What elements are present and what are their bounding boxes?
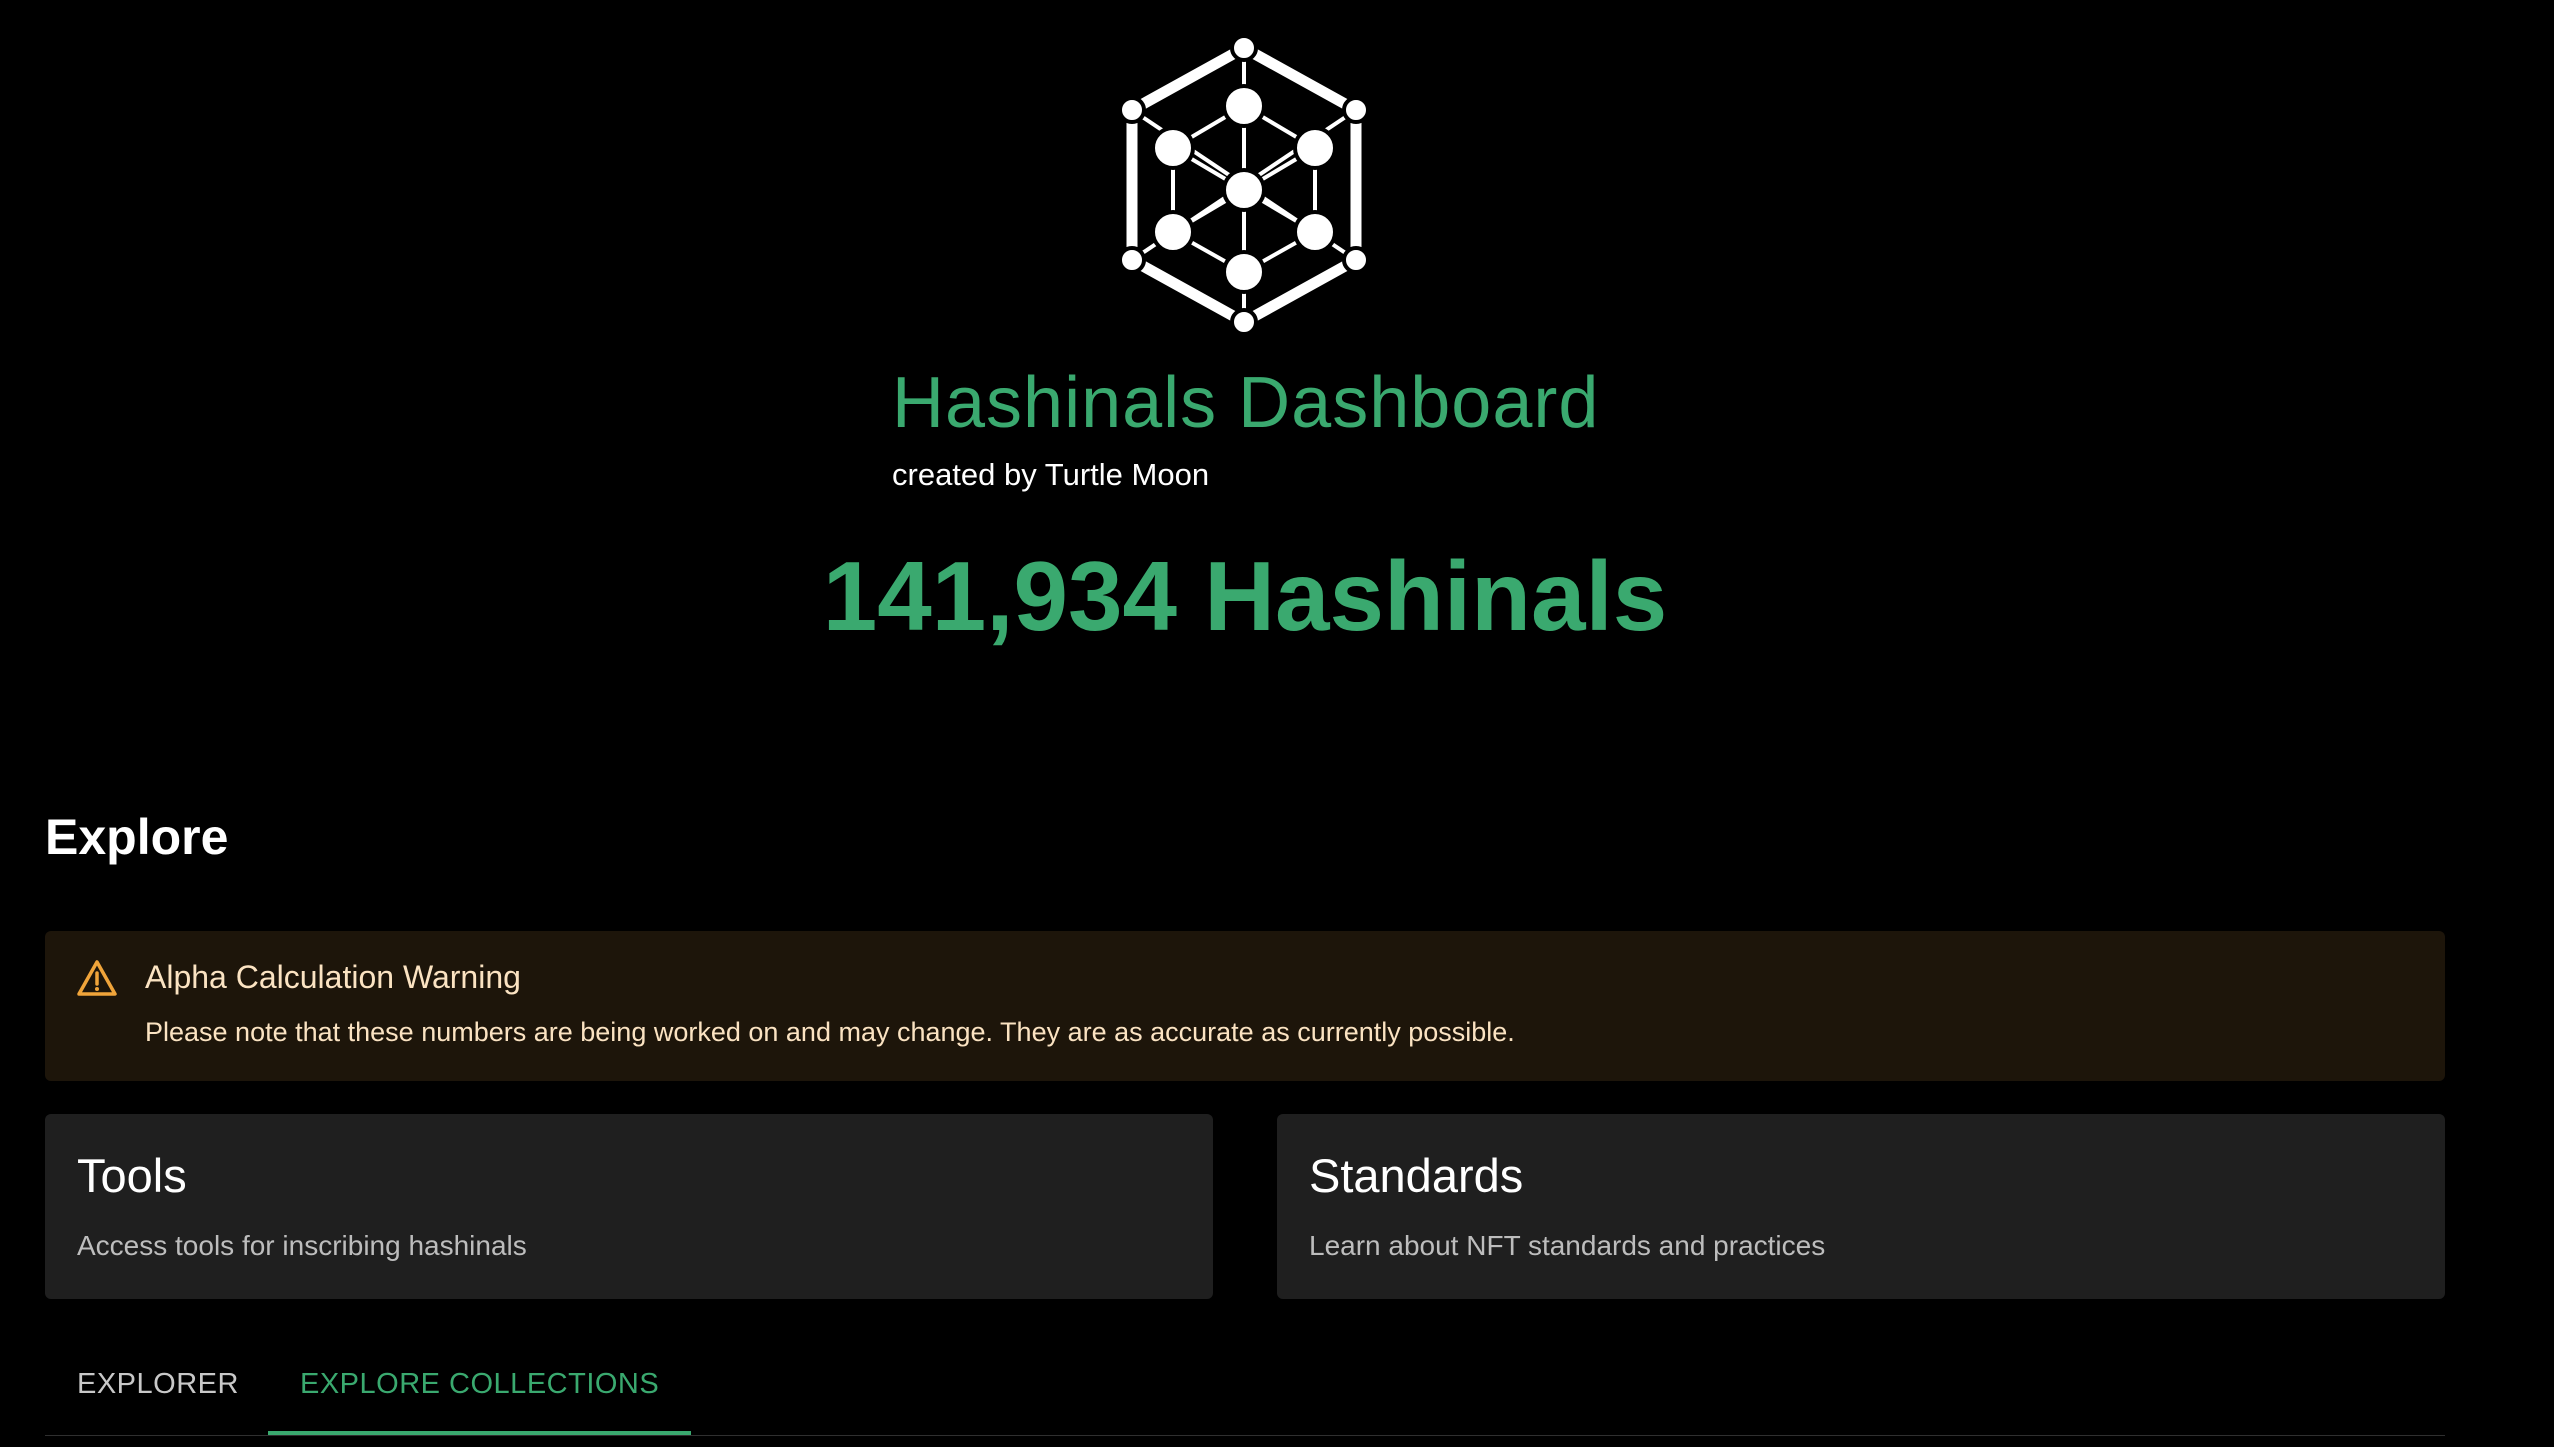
hashinals-count: 141,934 Hashinals bbox=[822, 541, 1668, 651]
tools-card-description: Access tools for inscribing hashinals bbox=[77, 1230, 527, 1261]
tab-explore-collections[interactable]: EXPLORE COLLECTIONS bbox=[268, 1335, 692, 1435]
page: Hashinals Dashboard created by Turtle Mo… bbox=[0, 0, 2554, 1447]
tools-card-title: Tools bbox=[77, 1149, 187, 1202]
standards-card[interactable]: Standards Learn about NFT standards and … bbox=[1277, 1114, 2445, 1299]
warning-alert: Alpha Calculation Warning Please note th… bbox=[45, 931, 2445, 1081]
tools-card[interactable]: Tools Access tools for inscribing hashin… bbox=[45, 1114, 1213, 1299]
explore-heading: Explore bbox=[45, 809, 229, 865]
hexagon-network-logo-icon bbox=[1118, 38, 1370, 334]
warning-triangle-icon bbox=[77, 960, 117, 996]
alert-title: Alpha Calculation Warning bbox=[145, 959, 521, 995]
standards-card-title: Standards bbox=[1309, 1149, 1524, 1202]
page-subtitle: created by Turtle Moon bbox=[892, 457, 1210, 492]
explore-tabs: EXPLORER EXPLORE COLLECTIONS bbox=[45, 1335, 2445, 1436]
page-title: Hashinals Dashboard bbox=[892, 363, 1600, 443]
standards-card-description: Learn about NFT standards and practices bbox=[1309, 1230, 1826, 1261]
tab-explorer[interactable]: EXPLORER bbox=[45, 1335, 271, 1435]
alert-message: Please note that these numbers are being… bbox=[145, 1017, 1515, 1047]
